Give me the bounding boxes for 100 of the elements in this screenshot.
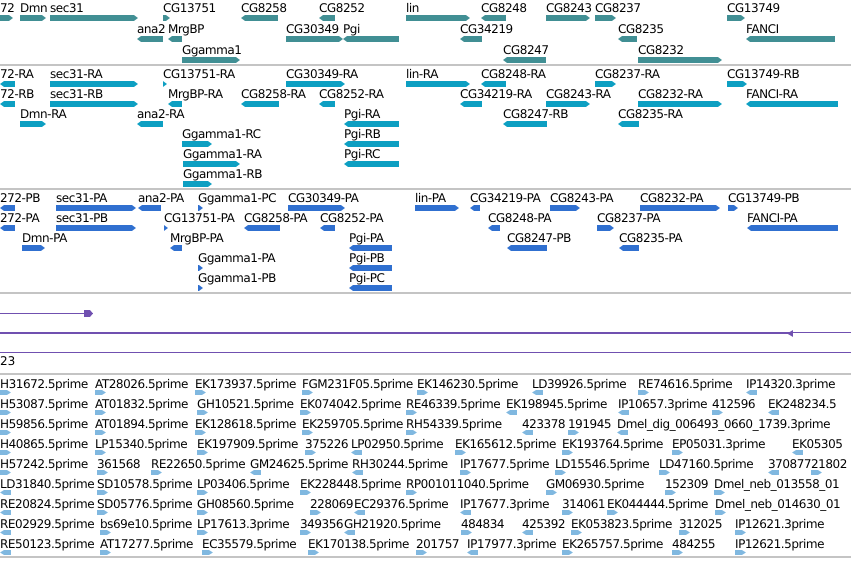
est-label: GM06930.5prime: [546, 478, 644, 491]
est-label: IP14320.3prime: [746, 378, 836, 391]
protein-label: 272-PA: [0, 212, 40, 225]
est-label: RE02929.5prime: [0, 518, 94, 531]
gene-label: CG8237: [595, 2, 641, 15]
gene-label: CG13749: [727, 2, 780, 15]
protein-label: Pgi-PA: [349, 232, 384, 245]
protein-label: CG30349-PA: [288, 192, 358, 205]
transcript-label: MrgBP-RA: [168, 88, 223, 101]
est-label: SD05776.5prime: [97, 498, 192, 511]
est-label: 361568: [97, 458, 140, 471]
transcript-label: CG8232-RA: [638, 88, 703, 101]
est-label: IP17677.5prime: [460, 458, 550, 471]
protein-label: CG13749-PB: [728, 192, 800, 205]
transcript-label: CG8243-RA: [546, 88, 611, 101]
transcript-label: ana2-RA: [137, 108, 184, 121]
est-label: 370877: [768, 458, 812, 471]
est-label: EC35579.5prime: [202, 538, 296, 551]
protein-label: 272-PB: [0, 192, 40, 205]
transcript-label: Pgi-RA: [344, 108, 380, 121]
protein-label: FANCI-PA: [747, 212, 798, 225]
protein-label: Dmn-PA: [22, 232, 67, 245]
protein-label: CG8247-PB: [507, 232, 571, 245]
gene-label: CG8252: [319, 2, 365, 15]
est-label: H40865.5prime: [0, 438, 88, 451]
gene-label: sec31: [50, 2, 84, 15]
gene-label: 72: [0, 2, 14, 15]
transcript-label: sec31-RB: [50, 88, 103, 101]
est-label: IP17977.3prime: [467, 538, 556, 551]
protein-label: sec31-PB: [56, 212, 108, 225]
protein-label: CG8232-PA: [640, 192, 704, 205]
est-label: 423378: [522, 418, 566, 431]
est-label: EK248234.5: [768, 398, 836, 411]
est-label: GH10521.5prime: [197, 398, 294, 411]
est-label: SD10578.5prime: [97, 478, 192, 491]
est-label: LP15340.5prime: [95, 438, 188, 451]
transcript-label: Dmn-RA: [20, 108, 66, 121]
transcript-label: Ggamma1-RB: [183, 168, 262, 181]
est-label: GM24625.5prime: [250, 458, 348, 471]
protein-label: sec31-PA: [56, 192, 107, 205]
protein-label: CG8237-PA: [597, 212, 660, 225]
gene-label: lin: [406, 2, 419, 15]
protein-label: lin-PA: [415, 192, 446, 205]
est-label: Dmel_dig_006493_0660_1739.3prime: [617, 418, 830, 431]
transcript-label: CG8235-RA: [618, 108, 683, 121]
est-label: 484255: [672, 538, 716, 551]
est-label: H31672.5prime: [0, 378, 88, 391]
gene-label: CG8243: [546, 2, 592, 15]
est-label: EK146230.5prime: [417, 378, 518, 391]
est-label: LD47160.5prime: [659, 458, 754, 471]
est-label: 201757: [416, 538, 460, 551]
protein-label: Pgi-PC: [349, 272, 384, 285]
protein-label: MrgBP-PA: [170, 232, 224, 245]
est-label: IP17677.3prime: [460, 498, 550, 511]
transcript-label: CG8252-RA: [319, 88, 384, 101]
est-label: bs69e10.5prime: [100, 518, 192, 531]
gene-label: FANCI: [746, 23, 779, 36]
est-label: H57242.5prime: [0, 458, 88, 471]
est-label: EK044444.5prime: [607, 498, 708, 511]
transcript-label: lin-RA: [406, 68, 438, 81]
protein-label: CG8243-PA: [550, 192, 614, 205]
est-label: LD39926.5prime: [532, 378, 626, 391]
protein-label: CG8258-PA: [244, 212, 308, 225]
est-label: EK265757.5prime: [562, 538, 663, 551]
transcript-label: FANCI-RA: [746, 88, 798, 101]
est-label: AT01832.5prime: [95, 398, 188, 411]
est-label: EK228448.5prime: [300, 478, 401, 491]
transcript-label: Pgi-RC: [344, 148, 380, 161]
protein-label: Ggamma1-PB: [198, 272, 276, 285]
est-label: RP001011040.5prime: [406, 478, 529, 491]
est-label: AT17277.5prime: [100, 538, 193, 551]
gene-label: CG8235: [618, 23, 664, 36]
est-label: EK170138.5prime: [308, 538, 409, 551]
protein-label: CG34219-PA: [470, 192, 540, 205]
transcript-label: 72-RB: [0, 88, 34, 101]
est-label: IP12621.5prime: [735, 538, 824, 551]
est-label: EK053823.5prime: [571, 518, 672, 531]
est-label: H53087.5prime: [0, 398, 88, 411]
protein-label: Ggamma1-PC: [198, 192, 276, 205]
est-label: EK198945.5prime: [506, 398, 607, 411]
est-label: RE50123.5prime: [0, 538, 94, 551]
protein-label: Pgi-PB: [349, 252, 384, 265]
transcript-label: 72-RA: [0, 68, 34, 81]
est-label: AT01894.5prime: [95, 418, 188, 431]
est-label: EK074042.5prime: [300, 398, 401, 411]
est-label: GH21920.5prime: [344, 518, 441, 531]
est-label: EK128618.5prime: [195, 418, 296, 431]
est-label: 21802: [811, 458, 847, 471]
transcript-label: CG30349-RA: [286, 68, 358, 81]
gene-label: CG8248: [481, 2, 527, 15]
transcript-label: sec31-RA: [50, 68, 102, 81]
est-label: LP17613.3prime: [197, 518, 290, 531]
protein-label: CG8248-PA: [488, 212, 552, 225]
gene-label: CG13751: [163, 2, 216, 15]
est-label: EK193764.5prime: [562, 438, 663, 451]
protein-label: ana2-PA: [138, 192, 184, 205]
est-label: GH08560.5prime: [197, 498, 294, 511]
gene-label: Dmn: [20, 2, 48, 15]
transcript-label: CG34219-RA: [460, 88, 532, 101]
est-label: 152309: [665, 478, 708, 491]
